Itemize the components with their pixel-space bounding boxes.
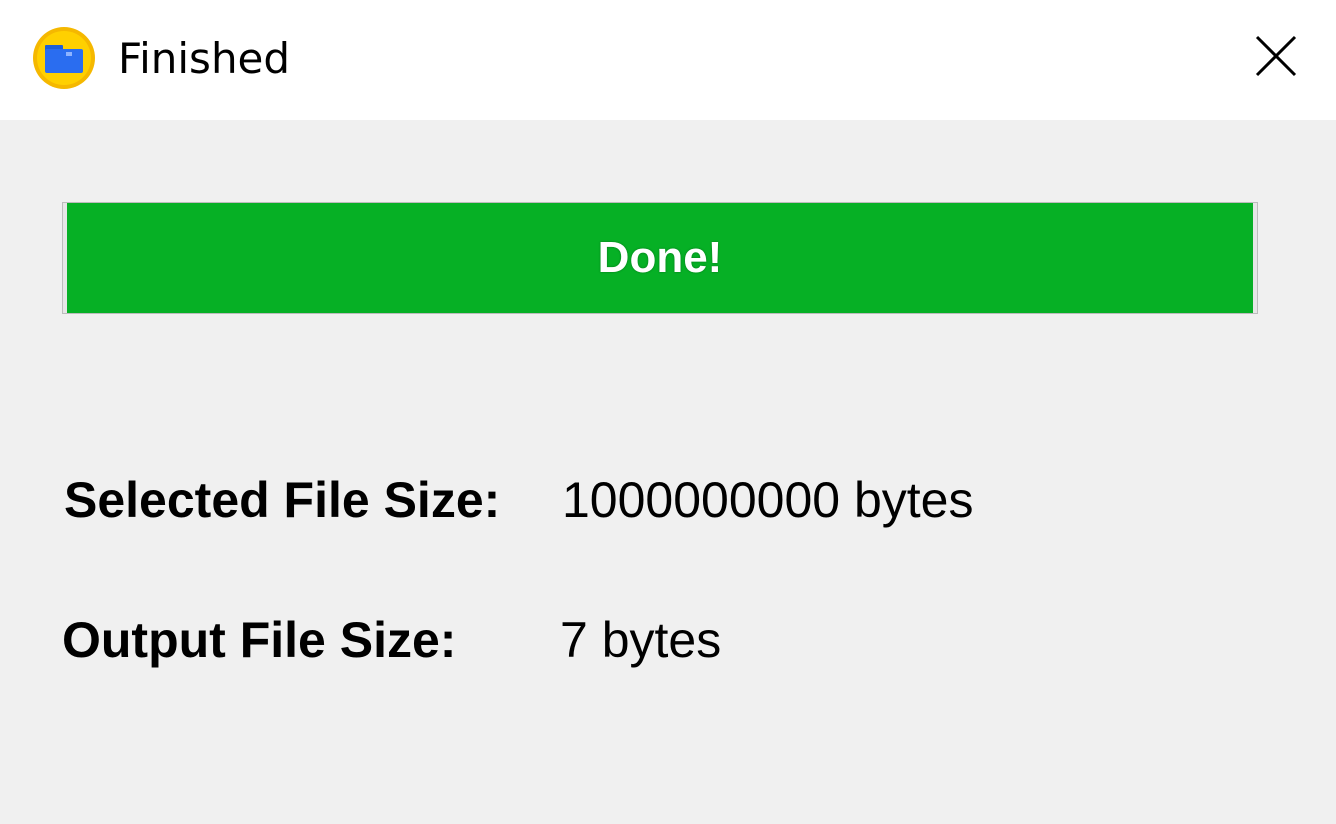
finished-dialog: Finished Done! Selected File Size: 10000… — [0, 0, 1336, 824]
title-bar: Finished — [0, 0, 1336, 120]
close-button[interactable] — [1236, 16, 1316, 96]
window-title: Finished — [118, 34, 291, 83]
output-size-label: Output File Size: — [62, 612, 457, 668]
close-icon — [1255, 35, 1297, 77]
selected-size-value: 1000000000 bytes — [562, 472, 974, 528]
output-size-value: 7 bytes — [560, 612, 722, 668]
progress-bar: Done! — [62, 202, 1258, 314]
progress-label: Done! — [597, 233, 723, 282]
selected-size-label: Selected File Size: — [64, 472, 501, 528]
folder-app-icon — [32, 26, 96, 90]
